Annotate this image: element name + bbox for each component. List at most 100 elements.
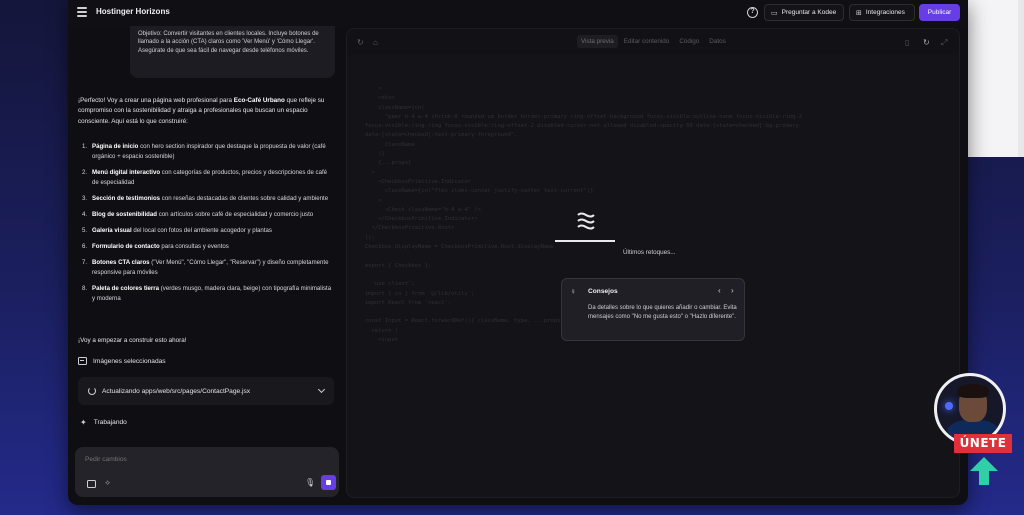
expand-icon[interactable]: ⤢ bbox=[941, 38, 947, 48]
code-line: className bbox=[365, 141, 415, 148]
menu-icon[interactable] bbox=[77, 7, 87, 17]
arrow-up-icon bbox=[970, 457, 998, 485]
feature-number: 5. bbox=[82, 227, 88, 235]
webcam-light bbox=[945, 402, 953, 410]
feature-title: Galería visual bbox=[92, 227, 132, 235]
feature-text: Botones CTA claros ("Ver Menú", "Cómo Ll… bbox=[92, 258, 334, 279]
image-icon bbox=[78, 357, 87, 365]
feature-description: del local con fotos del ambiente acogedo… bbox=[131, 227, 272, 235]
chevron-down-icon[interactable] bbox=[317, 385, 326, 394]
integrations-label: Integraciones bbox=[865, 9, 905, 16]
code-line: export { Checkbox }; bbox=[365, 262, 432, 269]
lightbulb-icon: ♀ bbox=[570, 287, 576, 296]
code-line: > bbox=[365, 169, 375, 176]
code-line: className={cn( bbox=[365, 104, 425, 111]
assistant-intro-brand: Eco-Café Urbano bbox=[233, 97, 285, 104]
status-card[interactable]: Actualizando apps/web/src/pages/ContactP… bbox=[78, 377, 334, 405]
ask-kodee-button[interactable]: ▭ Preguntar a Kodee bbox=[764, 4, 844, 21]
feature-list-item: 5. Galería visual del local con fotos del… bbox=[82, 226, 334, 236]
feature-list-item: 8. Paleta de colores tierra (verdes musgo… bbox=[82, 284, 334, 305]
sparkle-icon: ✦ bbox=[80, 418, 87, 427]
code-line: Checkbox.displayName = CheckboxPrimitive… bbox=[365, 244, 554, 251]
preview-tab[interactable]: Datos bbox=[705, 35, 729, 48]
preview-toolbar: ↻ ⌂ Vista previa Editar contenido Código Da… bbox=[347, 29, 959, 55]
preview-panel: ↻ ⌂ Vista previa Editar contenido Código Da… bbox=[346, 28, 960, 498]
assistant-intro-a: ¡Perfecto! Voy a crear una página web pr… bbox=[78, 97, 234, 104]
top-bar: Hostinger Horizons ? ▭ Preguntar a Kodee… bbox=[68, 0, 968, 26]
code-line: <div> bbox=[365, 95, 395, 102]
code-line: className={cn("flex items-center justify… bbox=[365, 188, 594, 195]
feature-list: 1. Página de inicio con hero section insp… bbox=[82, 142, 334, 310]
chevron-right-icon[interactable]: › bbox=[731, 286, 734, 295]
mobile-icon[interactable]: ▯ bbox=[905, 38, 909, 47]
feature-title: Blog de sostenibilidad bbox=[92, 211, 158, 219]
feature-title: Formulario de contacto bbox=[92, 243, 160, 251]
join-badge: ÚNETE bbox=[954, 434, 1012, 453]
feature-title: Paleta de colores tierra bbox=[92, 285, 160, 293]
chat-input-box: ⟡ 🎙︎ bbox=[75, 447, 339, 497]
feature-text: Formulario de contacto para consultas y … bbox=[92, 242, 229, 252]
assistant-intro: ¡Perfecto! Voy a crear una página web pr… bbox=[78, 96, 336, 127]
assistant-outro: ¡Voy a empezar a construir esto ahora! bbox=[78, 337, 187, 344]
preview-tab[interactable]: Vista previa bbox=[577, 35, 618, 48]
feature-title: Botones CTA claros bbox=[92, 258, 150, 266]
webcam-person-hair bbox=[957, 384, 989, 398]
desktop-scrollbar bbox=[1018, 0, 1024, 157]
magic-icon[interactable]: ⟡ bbox=[105, 478, 110, 488]
publish-button[interactable]: Publicar bbox=[919, 4, 960, 21]
feature-description: con reseñas destacadas de clientes sobre… bbox=[160, 195, 329, 203]
code-line: > bbox=[365, 197, 382, 204]
selected-images-label: Imágenes seleccionadas bbox=[93, 357, 166, 365]
feature-list-item: 6. Formulario de contacto para consultas … bbox=[82, 242, 334, 252]
grid-icon: ⊞ bbox=[856, 9, 862, 17]
chat-panel: Objetivo: Convertir visitantes en client… bbox=[68, 26, 346, 505]
feature-title: Página de inicio bbox=[92, 143, 139, 150]
loading-progress-fill bbox=[555, 240, 615, 242]
chevron-left-icon[interactable]: ‹ bbox=[718, 286, 721, 295]
selected-images-item[interactable]: Imágenes seleccionadas bbox=[78, 357, 166, 365]
preview-tab[interactable]: Editar contenido bbox=[620, 35, 674, 48]
feature-list-item: 2. Menú digital interactivo con categoría… bbox=[82, 168, 334, 189]
loading-progress-bar bbox=[555, 240, 615, 242]
code-line: <CheckboxPrimitive.Indicator bbox=[365, 178, 471, 185]
preview-tab[interactable]: Código bbox=[675, 35, 703, 48]
stop-button[interactable] bbox=[321, 475, 336, 490]
help-icon[interactable]: ? bbox=[747, 7, 758, 18]
spinner-icon bbox=[88, 387, 96, 395]
code-line: data-[state=checked]:text-primary-foregr… bbox=[365, 132, 518, 139]
brand-name: Hostinger Horizons bbox=[96, 7, 170, 16]
feature-title: Sección de testimonios bbox=[92, 195, 161, 203]
feature-text: Galería visual del local con fotos del a… bbox=[92, 226, 272, 236]
feature-number: 4. bbox=[82, 211, 88, 219]
attach-image-icon[interactable] bbox=[87, 480, 96, 488]
feature-list-item: 4. Blog de sostenibilidad con artículos s… bbox=[82, 210, 334, 220]
feature-title: Menú digital interactivo bbox=[92, 169, 161, 177]
integrations-button[interactable]: ⊞ Integraciones bbox=[849, 4, 915, 21]
loading-text: Últimos retoques... bbox=[623, 249, 676, 256]
feature-list-item: 1. Página de inicio con hero section insp… bbox=[82, 142, 334, 163]
feature-number: 2. bbox=[82, 169, 88, 177]
ask-kodee-label: Preguntar a Kodee bbox=[781, 9, 837, 16]
working-indicator: ✦ Trabajando bbox=[80, 418, 127, 427]
code-line: )} bbox=[365, 151, 385, 158]
feature-number: 1. bbox=[82, 143, 88, 150]
desktop-background-window bbox=[968, 0, 1024, 157]
feature-number: 6. bbox=[82, 243, 88, 251]
code-line: {...props} bbox=[365, 160, 412, 167]
feature-list-item: 3. Sección de testimonios con reseñas des… bbox=[82, 194, 334, 204]
refresh-preview-icon[interactable]: ↻ bbox=[923, 38, 930, 47]
preview-tabs: Vista previa Editar contenido Código Datos bbox=[577, 35, 730, 48]
microphone-icon[interactable]: 🎙︎ bbox=[305, 478, 315, 487]
home-icon[interactable]: ⌂ bbox=[373, 38, 378, 47]
code-line: focus-visible:ring-ring focus-visible:ri… bbox=[365, 123, 799, 130]
feature-text: Página de inicio con hero section inspir… bbox=[92, 142, 334, 163]
feature-text: Paleta de colores tierra (verdes musgo, … bbox=[92, 284, 334, 305]
tips-title: Consejos bbox=[588, 288, 618, 295]
tips-card: ♀ Consejos ‹ › Da detalles sobre lo que … bbox=[561, 278, 745, 341]
refresh-icon[interactable]: ↻ bbox=[357, 38, 364, 47]
tips-text: Da detalles sobre lo que quieres añadir … bbox=[588, 305, 737, 321]
request-changes-input[interactable] bbox=[85, 456, 325, 463]
feature-description: para consultas y eventos bbox=[159, 243, 229, 251]
feature-number: 7. bbox=[82, 258, 88, 266]
